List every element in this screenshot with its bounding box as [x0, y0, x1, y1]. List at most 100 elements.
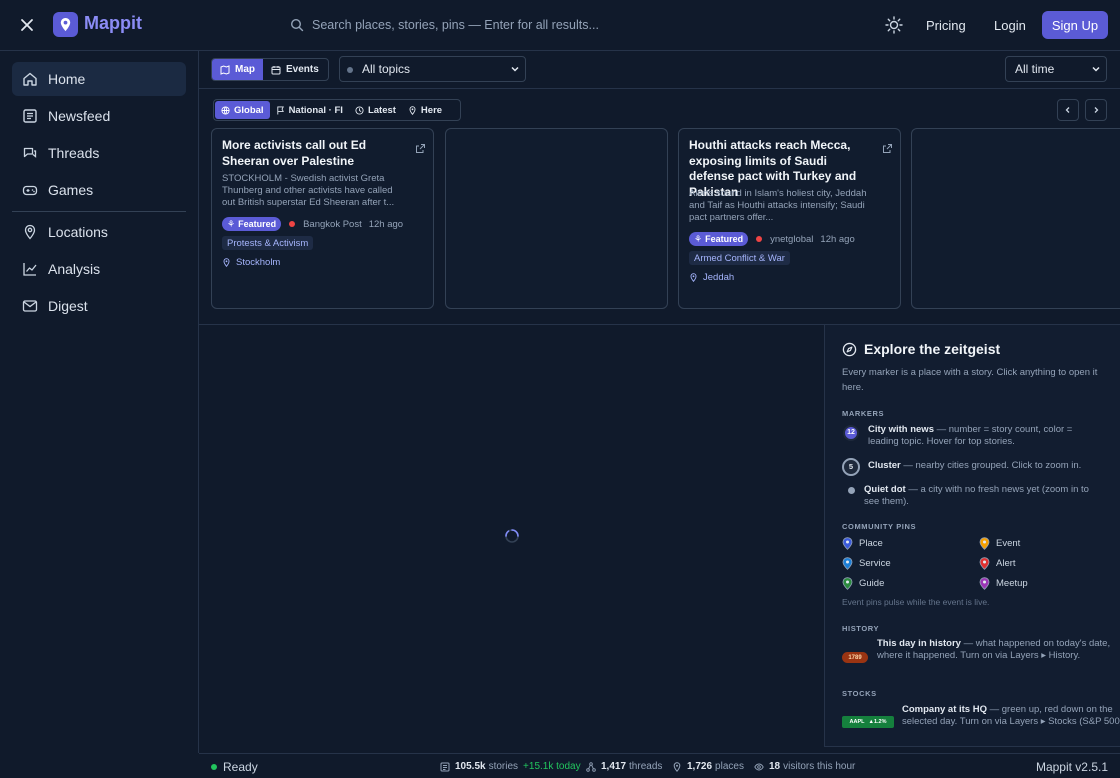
- sidebar-item-label: Games: [48, 182, 94, 198]
- topic-color-dot: [347, 67, 353, 73]
- status-text: Ready: [223, 760, 258, 774]
- threads-icon: [22, 145, 38, 161]
- events-view-button[interactable]: Events: [263, 59, 327, 80]
- location-label: Jeddah: [703, 272, 735, 283]
- newspaper-icon: [440, 762, 450, 772]
- story-card-empty: [445, 128, 668, 309]
- sidebar-divider: [12, 211, 186, 212]
- search-input[interactable]: Search places, stories, pins — Enter for…: [290, 13, 630, 37]
- story-meta: ⚘ Featured Bangkok Post 12h ago: [222, 217, 403, 231]
- sidebar-item-analysis[interactable]: Analysis: [12, 252, 186, 286]
- events-view-label: Events: [286, 64, 319, 75]
- stocks-legend-row: Company at its HQ — green up, red down o…: [902, 704, 1120, 727]
- signup-button[interactable]: Sign Up: [1042, 11, 1108, 39]
- location-label: Stockholm: [236, 257, 281, 268]
- place-pin-icon: [842, 537, 853, 550]
- login-link[interactable]: Login: [983, 11, 1037, 39]
- pricing-link[interactable]: Pricing: [915, 11, 977, 39]
- gamepad-icon: [22, 182, 38, 198]
- sidebar-item-locations[interactable]: Locations: [12, 215, 186, 249]
- location-pin-icon: [672, 761, 682, 772]
- cluster-marker-icon: 5: [842, 458, 860, 476]
- chevron-right-icon: [1092, 106, 1100, 114]
- view-toggle: Map Events: [211, 58, 329, 81]
- panel-intro: Every marker is a place with a story. Cl…: [842, 367, 1098, 393]
- topics-select[interactable]: All topics: [339, 56, 526, 82]
- sun-icon[interactable]: [884, 15, 904, 35]
- service-pin-icon: [842, 557, 853, 570]
- status-indicator: Ready: [211, 760, 258, 774]
- chevron-down-icon: [510, 64, 520, 74]
- history-heading: HISTORY: [842, 624, 880, 633]
- here-filter-button[interactable]: Here: [402, 101, 448, 119]
- mail-icon: [22, 298, 38, 314]
- pin-legend-service: Service: [842, 557, 891, 570]
- global-filter-label: Global: [234, 104, 264, 116]
- map-view-button[interactable]: Map: [212, 59, 263, 80]
- app-name[interactable]: Mappit: [84, 13, 142, 34]
- story-time: 12h ago: [368, 218, 404, 230]
- marker-legend-row: 5 Cluster — nearby cities grouped. Click…: [842, 458, 1104, 476]
- open-external-icon[interactable]: [882, 143, 893, 154]
- location-pin-icon: [689, 273, 698, 282]
- story-description: STOCKHOLM - Swedish activist Greta Thunb…: [222, 173, 395, 208]
- story-source[interactable]: ynetglobal: [770, 234, 813, 245]
- stories-stat: 105.5k stories +15.1k today: [440, 761, 581, 772]
- markers-heading: MARKERS: [842, 409, 885, 418]
- story-source[interactable]: Bangkok Post: [303, 219, 362, 230]
- latest-filter-label: Latest: [367, 104, 396, 116]
- search-placeholder: Search places, stories, pins — Enter for…: [312, 18, 599, 32]
- source-dot: [289, 221, 296, 227]
- global-filter-button[interactable]: Global: [215, 101, 270, 119]
- newspaper-icon: [22, 108, 38, 124]
- story-card[interactable]: More activists call out Ed Sheeran over …: [211, 128, 434, 309]
- logo-icon[interactable]: [53, 12, 78, 37]
- meetup-pin-icon: [979, 577, 990, 590]
- open-external-icon[interactable]: [415, 143, 426, 154]
- featured-badge: ⚘ Featured: [222, 217, 282, 231]
- time-select[interactable]: All time: [1005, 56, 1107, 82]
- time-value: All time: [1015, 62, 1055, 76]
- sidebar-item-games[interactable]: Games: [12, 173, 186, 207]
- topics-value: All topics: [362, 62, 411, 76]
- source-dot: [756, 236, 763, 242]
- chevron-left-icon: [1064, 106, 1072, 114]
- story-card[interactable]: Houthi attacks reach Mecca, exposing lim…: [678, 128, 901, 309]
- story-title[interactable]: More activists call out Ed Sheeran over …: [222, 138, 392, 169]
- topic-tag[interactable]: Protests & Activism: [222, 236, 314, 250]
- sidebar-item-threads[interactable]: Threads: [12, 136, 186, 170]
- location-pin-icon: [222, 258, 231, 267]
- latest-filter-button[interactable]: Latest: [349, 101, 402, 119]
- map-icon: [220, 64, 230, 75]
- national-filter-label: National · FI: [288, 104, 343, 116]
- national-filter-button[interactable]: National · FI: [270, 101, 349, 119]
- panel-title: Explore the zeitgeist: [842, 341, 1000, 357]
- scroll-left-button[interactable]: [1057, 99, 1079, 121]
- sidebar: Home Newsfeed Threads Games Locations An…: [0, 51, 199, 753]
- places-stat: 1,726 places: [672, 761, 744, 772]
- alert-pin-icon: [979, 557, 990, 570]
- scope-filter-bar: Global National · FI Latest Here: [213, 99, 461, 121]
- eye-icon: [754, 762, 764, 772]
- sidebar-item-home[interactable]: Home: [12, 62, 186, 96]
- guide-pin-icon: [842, 577, 853, 590]
- story-card-empty: [911, 128, 1120, 309]
- chevron-down-icon: [1091, 64, 1101, 74]
- topic-tag[interactable]: Armed Conflict & War: [689, 251, 790, 265]
- sidebar-item-label: Digest: [48, 298, 88, 314]
- story-location[interactable]: Stockholm: [222, 257, 280, 268]
- stories-today: +15.1k today: [523, 761, 581, 772]
- pin-legend-meetup: Meetup: [979, 577, 1028, 590]
- status-bar: Ready 105.5k stories +15.1k today 1,417 th…: [199, 753, 1120, 778]
- legend-panel: Explore the zeitgeist Every marker is a …: [824, 325, 1120, 747]
- pins-pulse-note: Event pins pulse while the event is live…: [842, 597, 990, 607]
- sidebar-item-digest[interactable]: Digest: [12, 289, 186, 323]
- close-icon[interactable]: [15, 13, 39, 37]
- here-filter-label: Here: [420, 104, 443, 116]
- quiet-dot-icon: [848, 487, 855, 494]
- sidebar-item-newsfeed[interactable]: Newsfeed: [12, 99, 186, 133]
- story-location[interactable]: Jeddah: [689, 272, 734, 283]
- scroll-right-button[interactable]: [1085, 99, 1107, 121]
- location-pin-icon: [22, 224, 38, 240]
- story-description: Alerts sound in Islam's holiest city, Je…: [689, 188, 867, 223]
